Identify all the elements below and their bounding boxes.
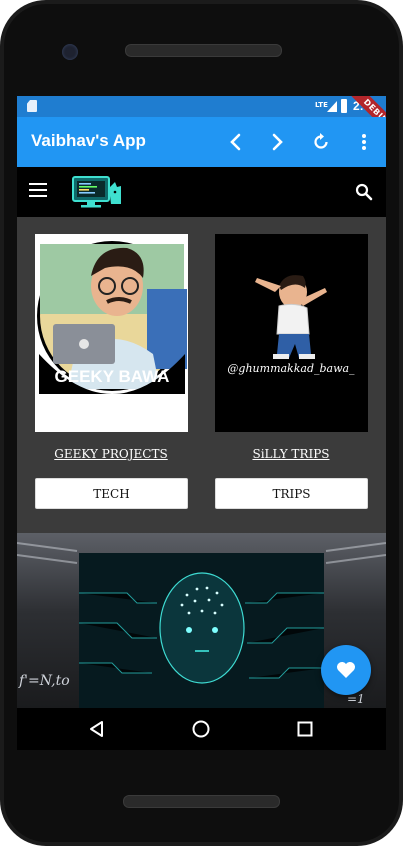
geeky-bawa-caption: GEEKY BAWA bbox=[55, 367, 170, 386]
search-icon bbox=[355, 183, 373, 201]
front-camera bbox=[62, 44, 78, 60]
nav-back-button[interactable] bbox=[87, 719, 107, 739]
trips-button[interactable]: TRIPS bbox=[215, 478, 368, 509]
heart-icon bbox=[337, 662, 355, 678]
tech-button[interactable]: TECH bbox=[35, 478, 188, 509]
signal-icon bbox=[327, 101, 337, 112]
home-circle-icon bbox=[192, 720, 210, 738]
favorite-fab[interactable] bbox=[321, 645, 371, 695]
forward-button[interactable] bbox=[265, 129, 291, 155]
device-screen: LTE 2:50 DEBUG Vaibhav's App bbox=[17, 96, 386, 750]
refresh-button[interactable] bbox=[308, 129, 334, 155]
logo-image bbox=[72, 176, 121, 208]
network-type: LTE bbox=[315, 101, 328, 109]
battery-icon bbox=[341, 99, 347, 113]
arrow-back-icon bbox=[230, 133, 241, 151]
nav-home-button[interactable] bbox=[191, 719, 211, 739]
earpiece-speaker bbox=[125, 44, 282, 57]
silly-trips-caption: @ghummakkad_bawa_ bbox=[227, 362, 355, 375]
top-nav bbox=[17, 167, 386, 217]
app-bar: Vaibhav's App bbox=[17, 117, 386, 167]
back-button[interactable] bbox=[222, 129, 248, 155]
recents-square-icon bbox=[297, 721, 313, 737]
silly-trips-image[interactable]: @ghummakkad_bawa_ bbox=[215, 234, 368, 432]
back-triangle-icon bbox=[90, 721, 103, 737]
more-options-button[interactable] bbox=[351, 129, 377, 155]
system-nav-bar bbox=[17, 708, 386, 750]
more-vert-icon bbox=[362, 134, 366, 150]
search-button[interactable] bbox=[355, 183, 373, 201]
geeky-bawa-image[interactable]: GEEKY BAWA bbox=[35, 234, 188, 432]
menu-icon[interactable] bbox=[29, 183, 47, 197]
status-bar: LTE 2:50 DEBUG bbox=[17, 96, 386, 146]
category-cards: GEEKY BAWA GEEKY PROJECTS TECH @ghummakk… bbox=[17, 217, 386, 533]
geeky-projects-link[interactable]: GEEKY PROJECTS bbox=[31, 447, 191, 461]
refresh-icon bbox=[314, 133, 328, 149]
silly-trips-link[interactable]: SiLLY TRIPS bbox=[211, 447, 371, 461]
app-title: Vaibhav's App bbox=[31, 131, 146, 150]
sd-card-icon bbox=[27, 100, 37, 112]
banner-formula-left: f'=N,to bbox=[18, 673, 70, 689]
nav-recents-button[interactable] bbox=[295, 719, 315, 739]
arrow-forward-icon bbox=[272, 133, 283, 151]
bottom-speaker bbox=[123, 795, 280, 808]
phone-frame: LTE 2:50 DEBUG Vaibhav's App bbox=[0, 0, 403, 846]
